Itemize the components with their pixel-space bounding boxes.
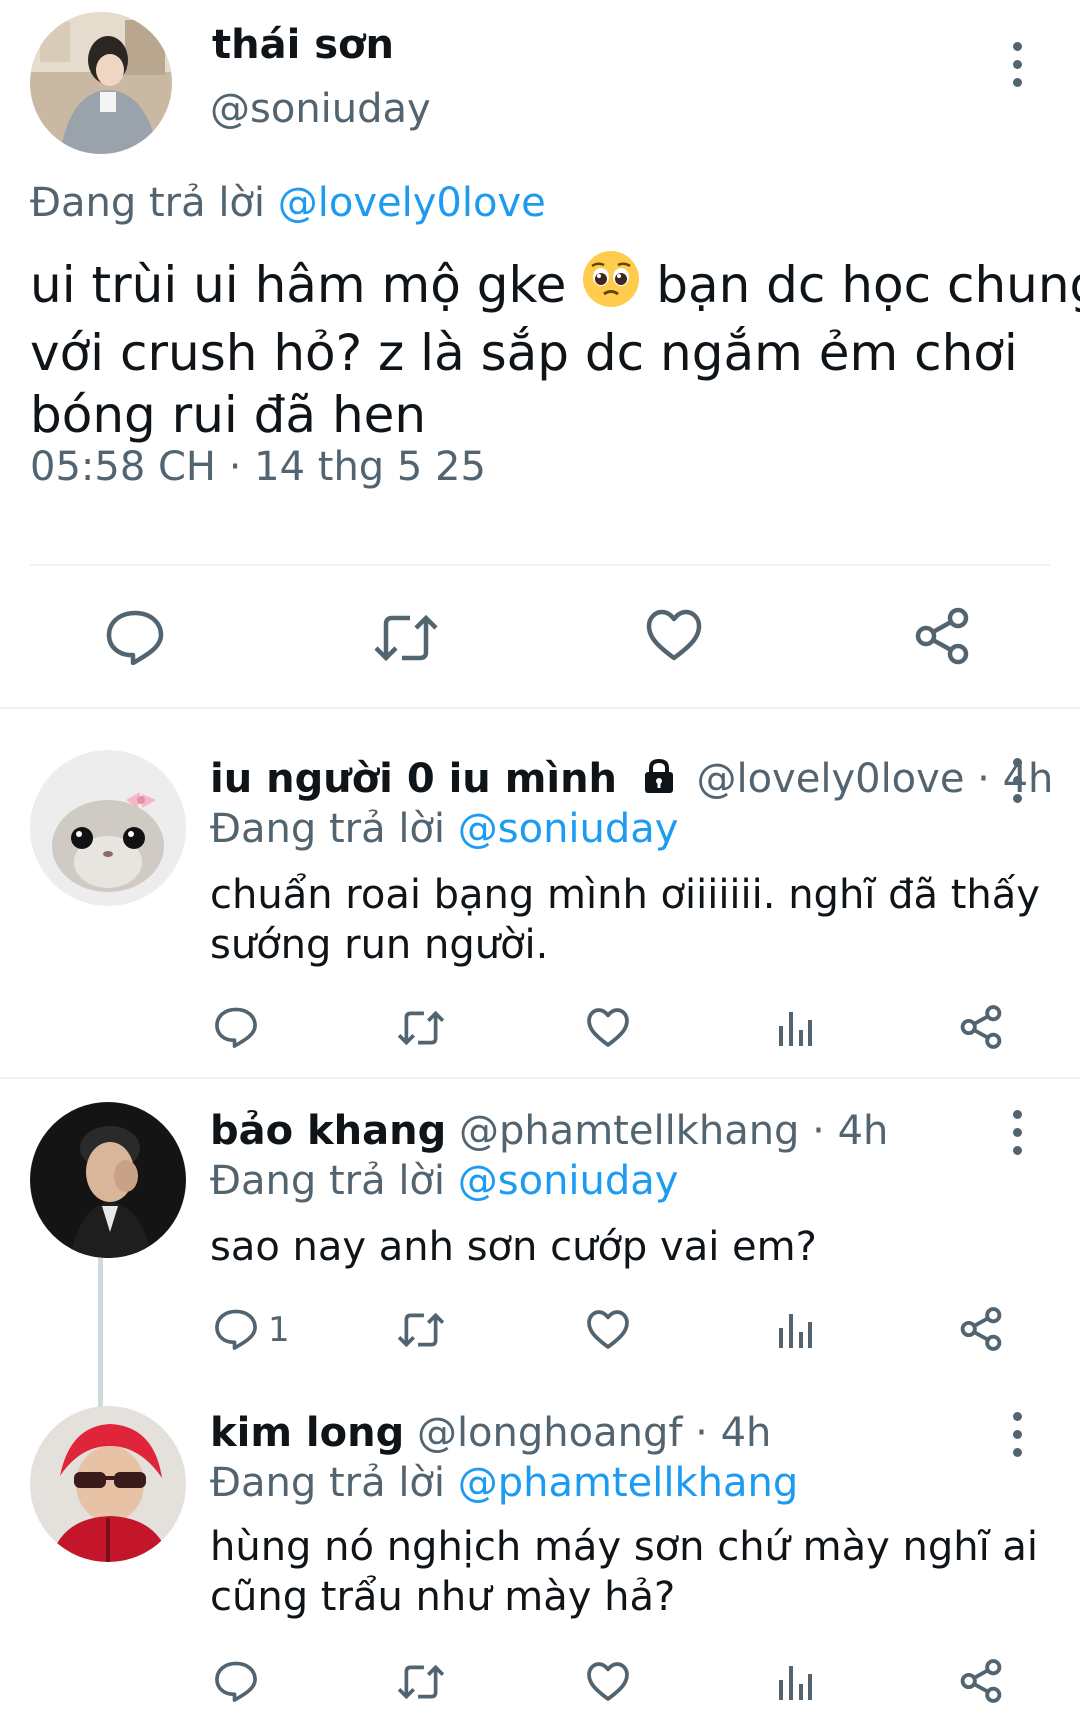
reply-count: 1	[268, 1310, 290, 1350]
author-handle[interactable]: @soniuday	[210, 86, 431, 132]
reply-icon[interactable]	[214, 1308, 258, 1350]
replying-to-label: Đang trả lời	[210, 1158, 446, 1204]
replying-to-label: Đang trả lời	[30, 180, 266, 226]
section-divider	[0, 1077, 1080, 1079]
retweet-icon[interactable]	[396, 1311, 446, 1349]
reply-author-name[interactable]: kim long	[210, 1410, 404, 1456]
reply-icon[interactable]	[105, 609, 165, 665]
share-icon[interactable]	[958, 1004, 1004, 1050]
reply-header: kim long @longhoangf · 4h	[210, 1410, 771, 1456]
tweet-text: ui trùi ui hâm mộ gke bạn dc học chung v…	[30, 250, 1080, 446]
replying-to-link[interactable]: @soniuday	[458, 1158, 679, 1204]
reply-author-name[interactable]: bảo khang	[210, 1108, 446, 1154]
like-icon[interactable]	[586, 1007, 630, 1048]
lock-icon	[640, 757, 678, 805]
reply-text: chuẩn roai bạng mình ơiiiiiii. nghĩ đã t…	[210, 870, 1040, 970]
tweet-text-part: ui trùi ui hâm mộ gke	[30, 256, 567, 314]
author-name[interactable]: thái sơn	[212, 22, 394, 68]
retweet-icon[interactable]	[396, 1663, 446, 1701]
thread-line	[98, 1258, 103, 1416]
more-icon[interactable]	[1002, 42, 1032, 87]
tweet-text-line-3: bóng rui đã hen	[30, 386, 427, 444]
avatar-reply-1[interactable]	[30, 750, 186, 906]
reply-time[interactable]: · 4h	[812, 1108, 888, 1154]
tweet-text-line-2: với crush hỏ? z là sắp dc ngắm ẻm chơi	[30, 324, 1018, 382]
like-icon[interactable]	[645, 608, 703, 662]
pleading-face-emoji	[582, 250, 640, 322]
reply-header: bảo khang @phamtellkhang · 4h	[210, 1108, 888, 1154]
reply-author-name[interactable]: iu người 0 iu mình	[210, 756, 617, 802]
share-icon[interactable]	[912, 606, 972, 666]
section-divider	[0, 707, 1080, 709]
reply-author-handle[interactable]: @lovely0love	[696, 756, 964, 802]
replying-to-link[interactable]: @lovely0love	[278, 180, 546, 226]
reply-text-line: hùng nó nghịch máy sơn chứ mày nghĩ ai	[210, 1524, 1039, 1570]
reply-icon[interactable]	[214, 1660, 258, 1702]
reply-author-handle[interactable]: @phamtellkhang	[459, 1108, 800, 1154]
replying-to-label: Đang trả lời	[210, 806, 446, 852]
reply-header: iu người 0 iu mình @lovely0love · 4h	[210, 756, 1053, 805]
replying-to: Đang trả lời @phamtellkhang	[210, 1460, 798, 1506]
retweet-icon[interactable]	[396, 1009, 446, 1047]
avatar-reply-3[interactable]	[30, 1406, 186, 1562]
replying-to: Đang trả lời @soniuday	[210, 806, 678, 852]
reply-icon[interactable]	[214, 1006, 258, 1048]
views-icon[interactable]	[776, 1310, 814, 1350]
reply-text: sao nay anh sơn cướp vai em?	[210, 1222, 817, 1272]
tweet-text-part: bạn dc học chung	[656, 256, 1080, 314]
more-icon[interactable]	[1002, 1110, 1032, 1155]
replying-to: Đang trả lời @soniuday	[210, 1158, 678, 1204]
like-icon[interactable]	[586, 1309, 630, 1350]
reply-text: hùng nó nghịch máy sơn chứ mày nghĩ ai c…	[210, 1522, 1038, 1622]
reply-text-line: chuẩn roai bạng mình ơiiiiiii. nghĩ đã t…	[210, 872, 1040, 918]
reply-author-handle[interactable]: @longhoangf	[417, 1410, 683, 1456]
reply-time[interactable]: · 4h	[695, 1410, 771, 1456]
views-icon[interactable]	[776, 1662, 814, 1702]
more-icon[interactable]	[1002, 758, 1032, 803]
tweet-timestamp[interactable]: 05:58 CH · 14 thg 5 25	[30, 444, 486, 490]
share-icon[interactable]	[958, 1658, 1004, 1704]
replying-to: Đang trả lời @lovely0love	[30, 180, 546, 226]
avatar-reply-2[interactable]	[30, 1102, 186, 1258]
replying-to-link[interactable]: @phamtellkhang	[458, 1460, 799, 1506]
views-icon[interactable]	[776, 1008, 814, 1048]
like-icon[interactable]	[586, 1661, 630, 1702]
retweet-icon[interactable]	[372, 612, 440, 664]
reply-text-line: cũng trẩu như mày hả?	[210, 1574, 676, 1620]
reply-text-line: sao nay anh sơn cướp vai em?	[210, 1224, 817, 1270]
divider	[30, 564, 1050, 566]
replying-to-label: Đang trả lời	[210, 1460, 446, 1506]
avatar-thai-son[interactable]	[30, 12, 172, 154]
share-icon[interactable]	[958, 1306, 1004, 1352]
tweet-text-line-1: ui trùi ui hâm mộ gke bạn dc học chung	[30, 250, 1080, 322]
more-icon[interactable]	[1002, 1412, 1032, 1457]
replying-to-link[interactable]: @soniuday	[458, 806, 679, 852]
reply-text-line: sướng run người.	[210, 922, 549, 968]
